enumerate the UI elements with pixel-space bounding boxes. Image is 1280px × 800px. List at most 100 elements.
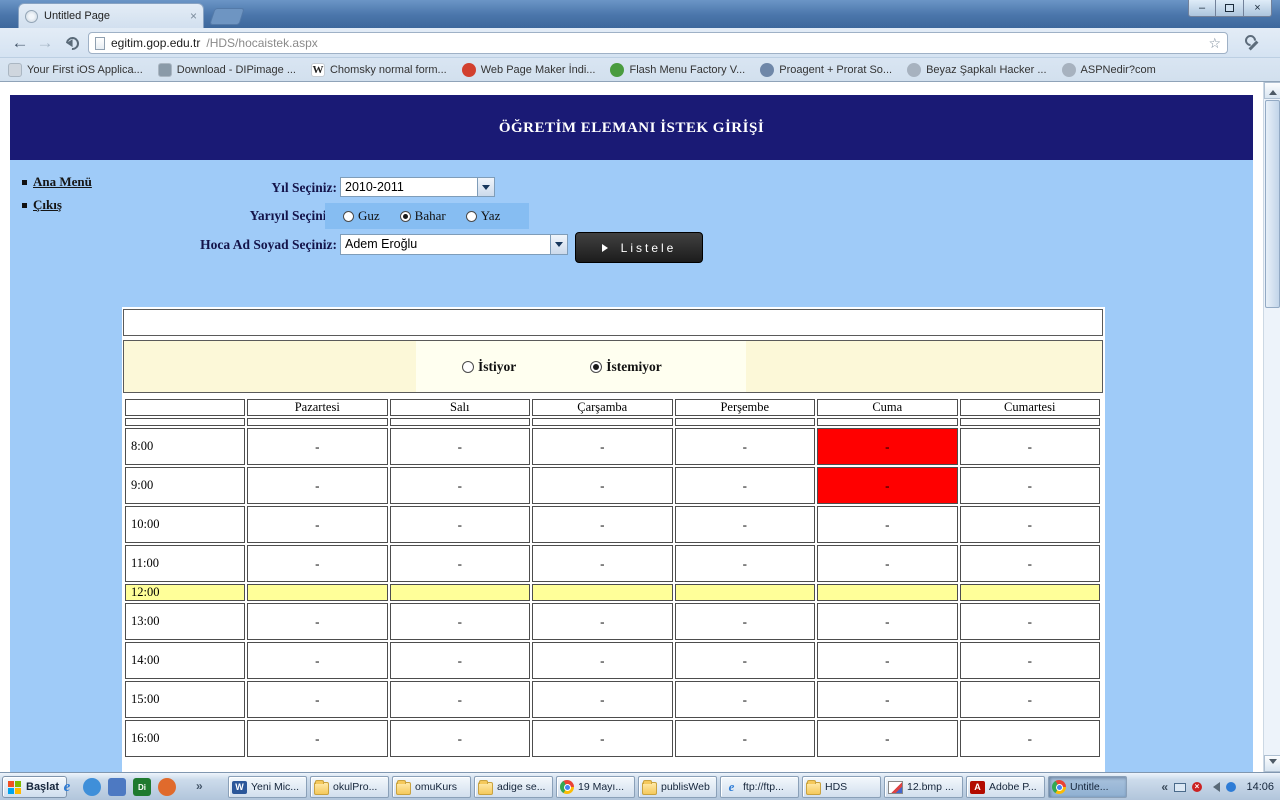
bookmark-item[interactable]: Flash Menu Factory V... (610, 63, 745, 77)
schedule-slot[interactable]: - (960, 545, 1101, 582)
quicklaunch-globe-icon[interactable] (83, 778, 101, 796)
quicklaunch-overflow-icon[interactable]: » (196, 779, 203, 793)
schedule-slot[interactable]: - (817, 603, 958, 640)
year-select[interactable]: 2010-2011 (340, 177, 495, 197)
chevron-down-icon[interactable] (550, 235, 567, 254)
quicklaunch-desktop-icon[interactable] (108, 778, 126, 796)
taskbar-window-button[interactable]: Untitle... (1048, 776, 1127, 798)
schedule-slot[interactable]: - (960, 467, 1101, 504)
schedule-slot[interactable]: - (390, 642, 531, 679)
schedule-slot[interactable]: - (390, 545, 531, 582)
taskbar-window-button[interactable]: omuKurs (392, 776, 471, 798)
bookmark-item[interactable]: Proagent + Prorat So... (760, 63, 892, 77)
schedule-slot[interactable]: - (675, 428, 816, 465)
schedule-slot[interactable]: - (247, 681, 388, 718)
taskbar-window-button[interactable]: HDS (802, 776, 881, 798)
taskbar-window-button[interactable]: adige se... (474, 776, 553, 798)
quicklaunch-internet-explorer-icon[interactable]: e (58, 778, 76, 796)
taskbar-window-button[interactable]: 12.bmp ... (884, 776, 963, 798)
schedule-slot[interactable]: - (675, 506, 816, 543)
minimize-button[interactable]: – (1188, 0, 1216, 17)
schedule-slot[interactable]: - (247, 428, 388, 465)
schedule-slot[interactable]: - (532, 603, 673, 640)
schedule-slot[interactable]: - (960, 603, 1101, 640)
scroll-down-button[interactable] (1264, 755, 1280, 772)
scrollbar-thumb[interactable] (1265, 100, 1280, 308)
schedule-slot[interactable]: - (390, 467, 531, 504)
schedule-slot[interactable]: - (532, 467, 673, 504)
scroll-up-button[interactable] (1264, 82, 1280, 99)
schedule-slot[interactable]: - (817, 545, 958, 582)
schedule-slot[interactable]: - (247, 506, 388, 543)
schedule-slot[interactable]: - (960, 720, 1101, 757)
bookmark-item[interactable]: WChomsky normal form... (311, 63, 447, 77)
list-button[interactable]: Listele (575, 232, 703, 263)
schedule-slot[interactable]: - (532, 428, 673, 465)
schedule-slot[interactable]: - (817, 428, 958, 465)
taskbar-window-button[interactable]: WYeni Mic... (228, 776, 307, 798)
browser-tab[interactable]: Untitled Page × (18, 3, 204, 28)
schedule-slot[interactable]: - (817, 720, 958, 757)
taskbar-clock[interactable]: 14:06 (1246, 773, 1274, 800)
close-button[interactable]: × (1244, 0, 1272, 17)
schedule-slot[interactable] (817, 584, 958, 601)
reload-button[interactable] (60, 32, 84, 54)
wrench-menu-icon[interactable] (1245, 36, 1260, 51)
schedule-slot[interactable]: - (247, 603, 388, 640)
tab-close-icon[interactable]: × (190, 9, 197, 23)
back-button[interactable]: ← (8, 32, 32, 54)
schedule-slot[interactable]: - (390, 681, 531, 718)
chevron-down-icon[interactable] (477, 178, 494, 196)
tray-expand-icon[interactable]: « (1161, 780, 1168, 794)
schedule-slot[interactable]: - (390, 428, 531, 465)
semester-option[interactable]: Guz (343, 208, 380, 224)
vertical-scrollbar[interactable] (1263, 82, 1280, 772)
schedule-slot[interactable]: - (532, 720, 673, 757)
schedule-slot[interactable]: - (817, 467, 958, 504)
tray-network-icon[interactable] (1226, 782, 1236, 792)
address-bar[interactable]: egitim.gop.edu.tr /HDS/hocaistek.aspx ☆ (88, 32, 1228, 54)
semester-option[interactable]: Yaz (466, 208, 501, 224)
bookmark-star-icon[interactable]: ☆ (1208, 35, 1221, 52)
taskbar-window-button[interactable]: okulPro... (310, 776, 389, 798)
sidebar-item[interactable]: Ana Menü (22, 174, 127, 190)
schedule-slot[interactable]: - (532, 642, 673, 679)
schedule-slot[interactable]: - (247, 545, 388, 582)
schedule-slot[interactable]: - (675, 467, 816, 504)
taskbar-window-button[interactable]: AAdobe P... (966, 776, 1045, 798)
bookmark-item[interactable]: Web Page Maker İndi... (462, 63, 596, 77)
schedule-slot[interactable]: - (960, 681, 1101, 718)
schedule-slot[interactable] (675, 584, 816, 601)
tray-volume-icon[interactable] (1208, 782, 1220, 792)
restore-button[interactable] (1216, 0, 1244, 17)
schedule-slot[interactable]: - (532, 506, 673, 543)
sidebar-item[interactable]: Çıkış (22, 197, 127, 213)
quicklaunch-media-app-icon[interactable] (158, 778, 176, 796)
schedule-slot[interactable]: - (532, 681, 673, 718)
schedule-slot[interactable]: - (675, 720, 816, 757)
schedule-slot[interactable]: - (817, 642, 958, 679)
schedule-slot[interactable]: - (247, 642, 388, 679)
schedule-slot[interactable] (532, 584, 673, 601)
taskbar-window-button[interactable]: 19 Mayı... (556, 776, 635, 798)
preference-option[interactable]: İstemiyor (590, 359, 661, 375)
schedule-slot[interactable] (960, 584, 1101, 601)
schedule-slot[interactable]: - (960, 642, 1101, 679)
semester-option[interactable]: Bahar (400, 208, 446, 224)
bookmark-item[interactable]: Download - DIPimage ... (158, 63, 296, 77)
bookmark-item[interactable]: Beyaz Şapkalı Hacker ... (907, 63, 1046, 77)
schedule-slot[interactable]: - (247, 720, 388, 757)
schedule-slot[interactable]: - (675, 642, 816, 679)
new-tab-button[interactable] (209, 8, 245, 25)
schedule-slot[interactable] (247, 584, 388, 601)
forward-button[interactable]: → (33, 32, 57, 54)
schedule-slot[interactable]: - (390, 603, 531, 640)
schedule-slot[interactable]: - (960, 506, 1101, 543)
schedule-slot[interactable]: - (247, 467, 388, 504)
schedule-slot[interactable]: - (817, 681, 958, 718)
taskbar-window-button[interactable]: publisWeb (638, 776, 717, 798)
quicklaunch-dipimage-icon[interactable]: Di (133, 778, 151, 796)
schedule-slot[interactable]: - (675, 603, 816, 640)
tray-alert-icon[interactable]: × (1192, 782, 1202, 792)
schedule-slot[interactable] (390, 584, 531, 601)
